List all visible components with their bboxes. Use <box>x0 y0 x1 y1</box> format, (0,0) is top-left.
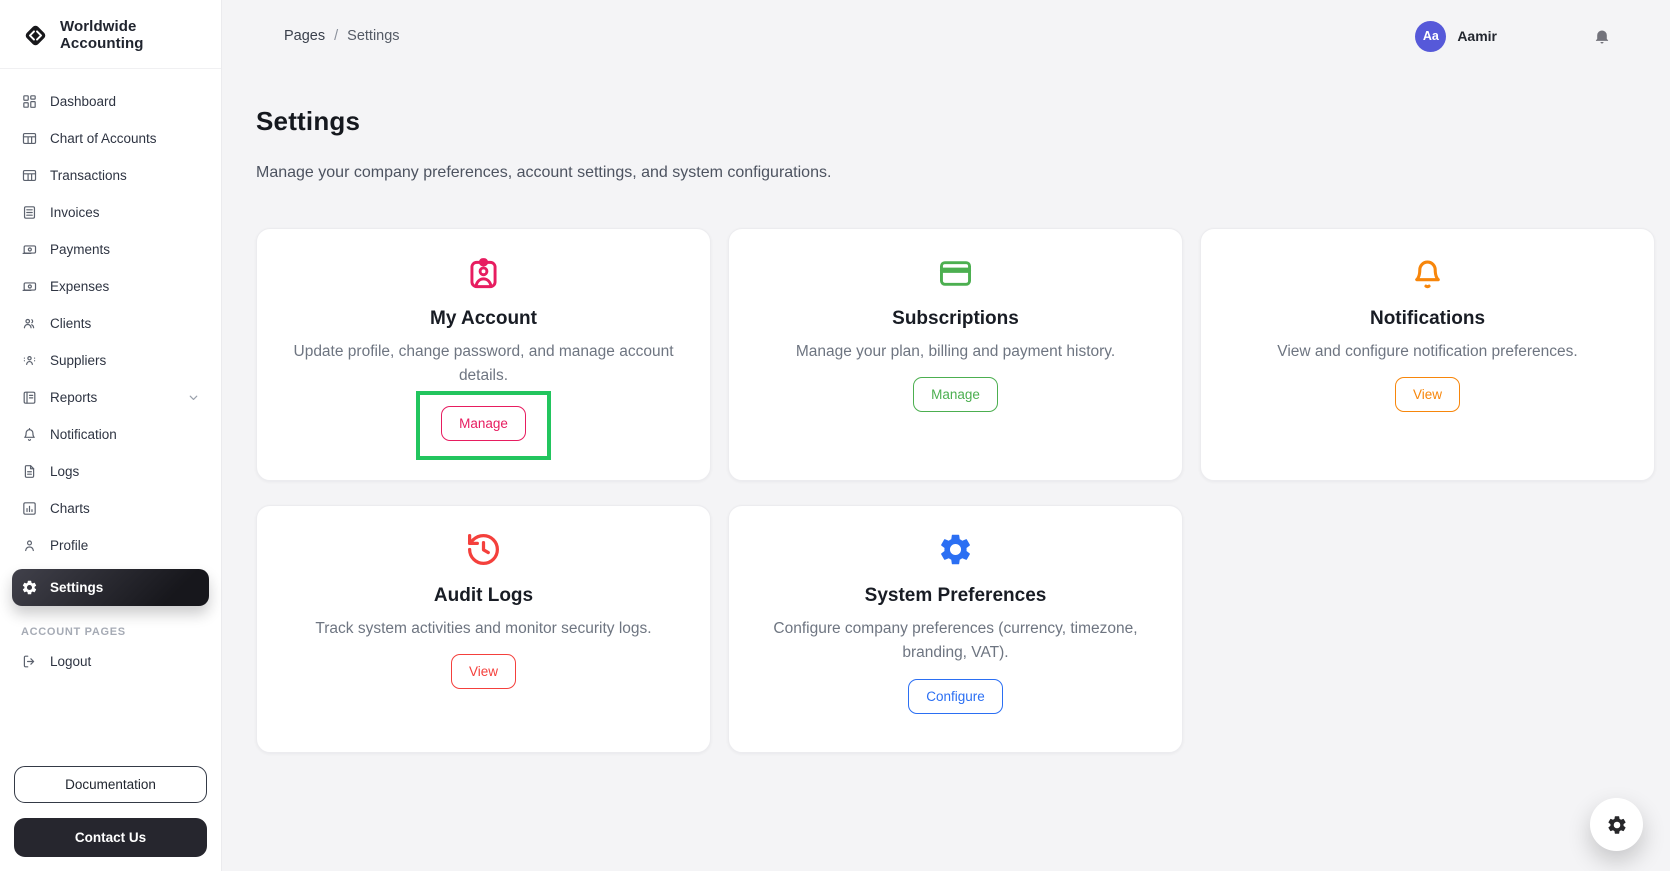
system-preferences-configure-button[interactable]: Configure <box>908 678 1003 714</box>
card-subscriptions: Subscriptions Manage your plan, billing … <box>728 228 1183 481</box>
user-group-icon <box>23 356 36 365</box>
card-system-preferences: System Preferences Configure company pre… <box>728 504 1183 753</box>
sidebar-item-expenses[interactable]: Expenses <box>12 268 209 305</box>
sidebar-item-clients[interactable]: Clients <box>12 305 209 342</box>
sidebar-bottom: Documentation Contact Us <box>0 766 221 871</box>
card-title: System Preferences <box>864 584 1047 606</box>
page-subtitle: Manage your company preferences, account… <box>256 164 832 181</box>
documentation-button[interactable]: Documentation <box>14 766 207 803</box>
brand-logo-icon <box>22 22 49 49</box>
card-description: Manage your plan, billing and payment hi… <box>795 343 1116 360</box>
avatar[interactable]: Aa <box>1415 20 1447 52</box>
card-title: Audit Logs <box>433 584 534 606</box>
card-title: Notifications <box>1369 308 1486 329</box>
sidebar-item-chart-of-accounts[interactable]: Chart of Accounts <box>12 120 209 157</box>
breadcrumb: Pages / Settings <box>284 28 400 44</box>
sidebar: Worldwide Accounting Dashboard Chart of … <box>0 0 222 871</box>
card-audit-logs: Audit Logs Track system activities and m… <box>256 504 711 753</box>
card-description: View and configure notification preferen… <box>1277 343 1578 360</box>
logout-icon <box>23 655 35 668</box>
settings-cards-grid: My Account Update profile, change passwo… <box>256 228 1655 753</box>
sidebar-nav: Dashboard Chart of Accounts Transactions… <box>0 77 221 680</box>
topbar: Pages / Settings Aa Aamir <box>256 16 1655 56</box>
table-icon <box>22 169 37 182</box>
sidebar-item-reports[interactable]: Reports <box>12 379 209 416</box>
sidebar-item-dashboard[interactable]: Dashboard <box>12 83 209 120</box>
gear-icon <box>937 531 974 569</box>
sidebar-item-logout[interactable]: Logout <box>12 643 209 680</box>
breadcrumb-separator: / <box>334 28 339 44</box>
sidebar-item-profile[interactable]: Profile <box>12 527 209 564</box>
audit-logs-view-button[interactable]: View <box>450 654 517 690</box>
user-icon <box>25 540 34 552</box>
file-icon <box>24 465 35 478</box>
sidebar-item-suppliers[interactable]: Suppliers <box>12 342 209 379</box>
breadcrumb-pages[interactable]: Pages <box>284 28 325 44</box>
breadcrumb-current: Settings <box>347 28 400 44</box>
user-area: Aa Aamir <box>1415 20 1611 52</box>
sidebar-item-charts[interactable]: Charts <box>12 490 209 527</box>
card-title: Subscriptions <box>892 308 1019 329</box>
bell-icon <box>1409 254 1446 292</box>
invoice-icon <box>23 206 36 219</box>
sidebar-item-notification[interactable]: Notification <box>12 416 209 453</box>
user-name: Aamir <box>1457 28 1497 44</box>
report-icon <box>23 391 36 404</box>
id-badge-icon <box>465 254 502 292</box>
bar-chart-icon <box>23 502 36 515</box>
banknote-icon <box>22 282 37 291</box>
annotation-highlight-box: Manage <box>416 390 551 460</box>
banknote-icon <box>22 245 37 254</box>
sidebar-item-payments[interactable]: Payments <box>12 231 209 268</box>
subscriptions-manage-button[interactable]: Manage <box>913 377 998 413</box>
my-account-manage-button[interactable]: Manage <box>441 405 526 441</box>
chevron-down-icon <box>189 395 198 400</box>
brand: Worldwide Accounting <box>0 0 221 66</box>
contact-us-button[interactable]: Contact Us <box>14 818 207 857</box>
brand-name: Worldwide Accounting <box>60 18 144 52</box>
history-icon <box>465 531 502 569</box>
card-description: Configure company preferences (currency,… <box>773 619 1138 662</box>
bell-icon <box>24 427 35 441</box>
main-content: Pages / Settings Aa Aamir Settings Manag… <box>222 0 1670 871</box>
card-description: Track system activities and monitor secu… <box>315 619 652 637</box>
sidebar-item-invoices[interactable]: Invoices <box>12 194 209 231</box>
gear-icon <box>22 580 37 595</box>
card-title: My Account <box>430 308 537 329</box>
credit-card-icon <box>937 254 974 292</box>
table-icon <box>22 132 37 145</box>
floating-settings-button[interactable] <box>1590 798 1643 851</box>
card-notifications: Notifications View and configure notific… <box>1200 228 1655 481</box>
sidebar-item-transactions[interactable]: Transactions <box>12 157 209 194</box>
divider <box>0 68 221 69</box>
card-description: Update profile, change password, and man… <box>293 343 674 385</box>
sidebar-item-logs[interactable]: Logs <box>12 453 209 490</box>
dashboard-icon <box>23 95 36 108</box>
card-my-account: My Account Update profile, change passwo… <box>256 228 711 481</box>
sidebar-item-settings[interactable]: Settings <box>12 569 209 606</box>
account-pages-section-label: ACCOUNT PAGES <box>21 626 126 638</box>
users-icon <box>23 318 35 329</box>
gear-icon <box>1607 815 1626 834</box>
page-title: Settings <box>256 106 361 136</box>
notifications-bell-icon[interactable] <box>1593 27 1611 45</box>
notifications-view-button[interactable]: View <box>1394 377 1461 413</box>
